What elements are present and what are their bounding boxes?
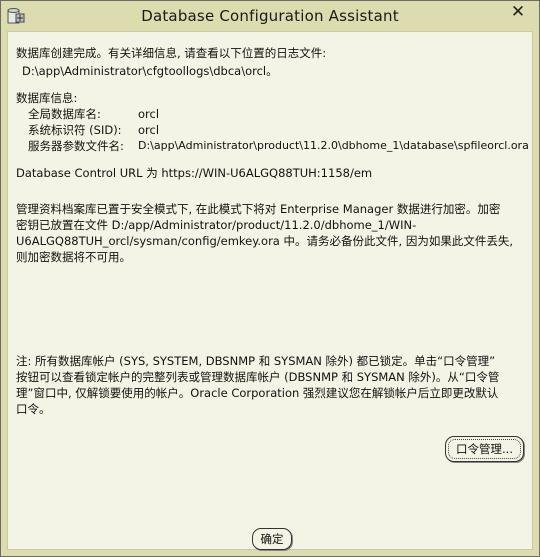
accounts-note-line: 理”窗口中, 仅解锁要使用的帐户。Oracle Corporation 强烈建议… [16,386,499,400]
db-info-heading: 数据库信息: [16,91,78,105]
repository-note-line: 密钥已放置在文件 D:/app/Administrator/product/11… [16,218,417,232]
spfile-value: D:\app\Administrator\product\11.2.0\dbho… [138,139,529,152]
accounts-note: 注: 所有数据库帐户 (SYS, SYSTEM, DBSNMP 和 SYSMAN… [16,353,528,417]
ok-label: 确定 [260,532,284,546]
close-button[interactable]: ✕ [501,1,535,23]
accounts-note-line: 口令。 [16,402,51,416]
sid-label: 系统标识符 (SID): [28,123,122,137]
repository-note-line: 管理资料档案库已置于安全模式下, 在此模式下将对 Enterprise Mana… [16,202,501,216]
log-path: D:\app\Administrator\cfgtoollogs\dbca\or… [22,64,278,78]
accounts-note-line: 按钮可以查看锁定帐户的完整列表或管理数据库帐户 (DBSNMP 和 SYSMAN… [16,370,500,384]
spfile-label: 服务器参数文件名: [28,139,124,153]
global-db-name-value: orcl [138,107,160,121]
ok-button[interactable]: 确定 [252,528,292,550]
dialog-window: Database Configuration Assistant ✕ 数据库创建… [0,0,540,557]
dialog-content: 数据库创建完成。有关详细信息, 请查看以下位置的日志文件: D:\app\Adm… [7,31,533,550]
close-icon: ✕ [510,2,526,22]
global-db-name-label: 全局数据库名: [28,107,101,121]
repository-note-line: 则加密数据将不可用。 [16,250,131,264]
sid-value: orcl [138,123,160,137]
repository-note-line: U6ALGQ88TUH_orcl/sysman/config/emkey.ora… [16,234,513,248]
window-title: Database Configuration Assistant [141,7,399,25]
accounts-note-line: 注: 所有数据库帐户 (SYS, SYSTEM, DBSNMP 和 SYSMAN… [16,354,496,368]
repository-note: 管理资料档案库已置于安全模式下, 在此模式下将对 Enterprise Mana… [16,201,528,265]
control-url: Database Control URL 为 https://WIN-U6ALG… [16,166,373,180]
password-management-button[interactable]: 口令管理... [445,436,524,462]
completion-message: 数据库创建完成。有关详细信息, 请查看以下位置的日志文件: [16,46,327,60]
title-bar[interactable]: Database Configuration Assistant ✕ [1,1,539,31]
